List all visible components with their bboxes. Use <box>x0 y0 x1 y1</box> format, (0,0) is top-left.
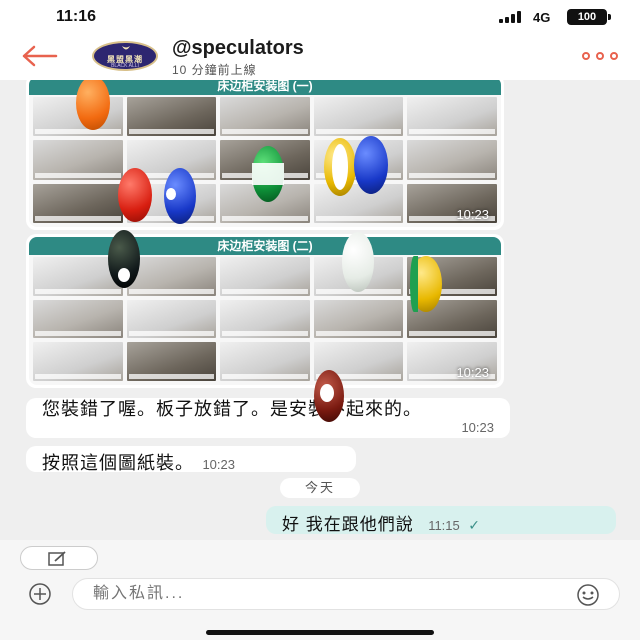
date-divider: 今天 <box>280 478 360 498</box>
back-button[interactable] <box>22 42 62 72</box>
compose-button[interactable] <box>20 546 98 570</box>
home-indicator[interactable] <box>206 630 434 635</box>
diagram-step <box>220 257 310 296</box>
compose-icon <box>48 551 66 566</box>
outgoing-message[interactable]: 好 我在跟他們說 11:15 ✓ <box>266 506 616 534</box>
logo-icon <box>122 46 130 50</box>
online-status: 10 分鐘前上線 <box>172 63 257 77</box>
diagram-step <box>313 97 404 137</box>
diagram-step <box>126 257 217 296</box>
diagram-step <box>313 183 404 223</box>
chat-header: 黑盟黑潮 BLACK ALLI @speculators 10 分鐘前上線 <box>0 34 640 80</box>
back-arrow-icon <box>22 45 58 67</box>
more-options-button[interactable] <box>582 48 620 64</box>
diagram-step <box>33 183 123 223</box>
diagram-step <box>313 299 404 339</box>
image-message[interactable]: 床边柜安装图 (二) 10:23 <box>26 234 504 388</box>
message-time: 10:23 <box>456 365 489 380</box>
blue-ball-decoration <box>164 168 196 224</box>
add-button[interactable] <box>20 582 60 606</box>
diagram-step <box>220 342 310 381</box>
white-ball-decoration <box>342 232 374 292</box>
diagram-step <box>33 299 123 339</box>
red-ball-decoration <box>118 168 152 222</box>
green-ball-decoration <box>252 146 284 202</box>
maroon-ball-decoration <box>314 370 344 422</box>
chat-area[interactable]: 床边柜安装图 (一) 10:23 床边柜安装图 (二) 10:23 您裝錯了喔。… <box>0 80 640 540</box>
more-dots-icon <box>610 52 618 60</box>
incoming-message[interactable]: 按照這個圖紙裝。 10:23 <box>26 446 356 473</box>
emoji-icon <box>577 584 599 606</box>
diagram-step <box>220 299 310 339</box>
network-label: 4G <box>533 10 551 25</box>
checkmark-icon: ✓ <box>468 517 480 533</box>
diagram-step <box>126 97 217 137</box>
diagram-step <box>126 342 217 381</box>
signal-icon <box>499 11 523 23</box>
diagram-step <box>33 140 123 180</box>
message-text: 好 我在跟他們說 <box>282 515 414 534</box>
diagram-step <box>407 140 497 180</box>
incoming-message[interactable]: 您裝錯了喔。板子放錯了。是安裝不起來的。 10:23 <box>26 398 510 438</box>
diagram-step <box>126 299 217 339</box>
yellow-ball-decoration <box>410 256 442 312</box>
diagram-title: 床边柜安装图 (二) <box>29 237 501 255</box>
blue-ball-decoration <box>354 136 388 194</box>
diagram-step <box>220 97 310 137</box>
message-time: 10:23 <box>461 420 494 435</box>
add-icon <box>29 583 51 605</box>
message-text: 您裝錯了喔。板子放錯了。是安裝不起來的。 <box>42 399 422 419</box>
battery-level: 100 <box>577 11 597 23</box>
message-time: 10:23 <box>456 207 489 222</box>
battery-icon: 100 <box>567 9 611 25</box>
emoji-button[interactable] <box>568 583 608 607</box>
avatar[interactable]: 黑盟黑潮 BLACK ALLI <box>92 41 158 71</box>
diagram-step <box>407 97 497 137</box>
status-time: 11:16 <box>56 8 97 25</box>
message-input[interactable] <box>72 578 620 610</box>
diagram-step <box>33 342 123 381</box>
message-time: 10:23 <box>202 457 235 472</box>
more-dots-icon <box>596 52 604 60</box>
message-time: 11:15 <box>428 518 460 533</box>
avatar-subtext: BLACK ALLI <box>111 63 139 69</box>
account-name[interactable]: @speculators <box>172 37 304 60</box>
yellow-ball-decoration <box>324 138 356 196</box>
status-bar: 11:16 4G 100 <box>0 0 640 34</box>
message-text: 按照這個圖紙裝。 <box>42 453 194 473</box>
input-area <box>0 540 640 640</box>
more-dots-icon <box>582 52 590 60</box>
black-ball-decoration <box>108 230 140 288</box>
